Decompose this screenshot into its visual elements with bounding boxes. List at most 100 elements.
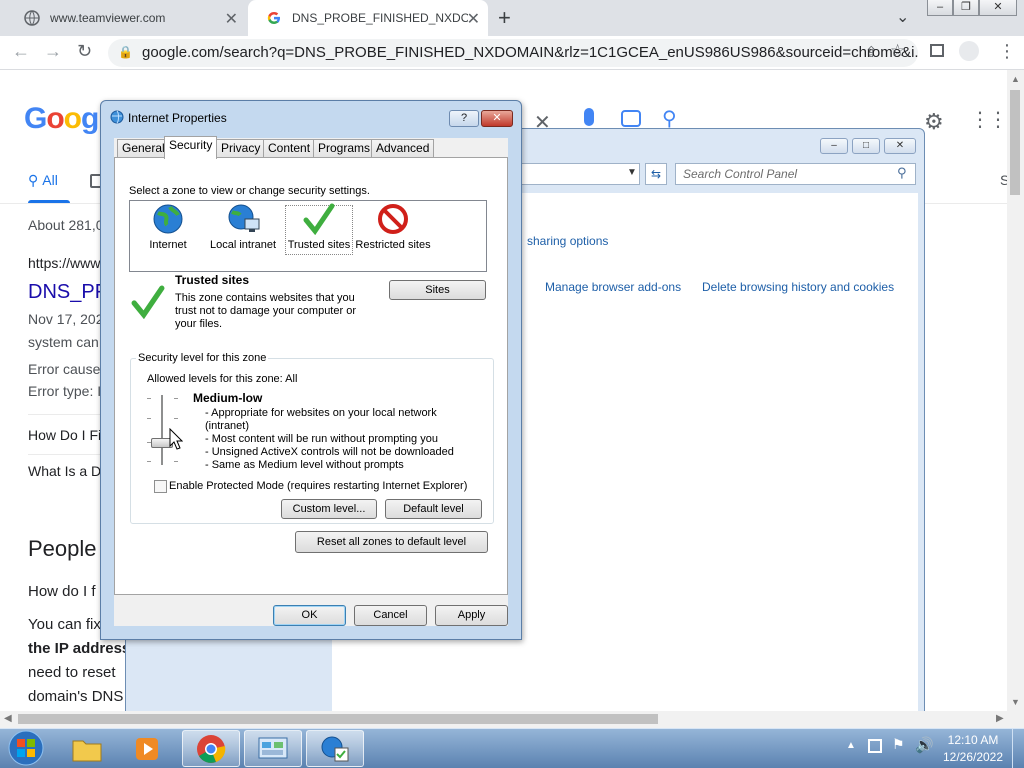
level-description: - Same as Medium level without prompts [205, 459, 404, 471]
internet-options-icon [321, 736, 349, 762]
dialog-title: Internet Properties [128, 111, 227, 125]
selected-zone-title: Trusted sites [175, 273, 250, 287]
custom-level-button[interactable]: Custom level... [281, 499, 377, 519]
zone-trusted-sites[interactable]: Trusted sites [279, 203, 359, 265]
tab-advanced[interactable]: Advanced [371, 139, 435, 158]
default-level-button[interactable]: Default level [385, 499, 482, 519]
paa-answer-line: domain's DNS [28, 688, 124, 705]
zone-internet[interactable]: Internet [128, 203, 208, 265]
profile-avatar-icon[interactable] [959, 41, 979, 61]
zone-label: Local intranet [209, 239, 277, 251]
back-arrow-icon[interactable]: ← [12, 41, 30, 62]
bookmark-star-icon[interactable]: ☆ [890, 41, 905, 61]
sharing-options-link[interactable]: sharing options [527, 234, 608, 248]
taskbar-explorer[interactable] [58, 730, 116, 767]
delete-history-link[interactable]: Delete browsing history and cookies [702, 280, 894, 294]
action-center-flag-icon[interactable]: ⚑ [892, 736, 905, 753]
settings-gear-icon[interactable]: ⚙ [924, 109, 944, 135]
horizontal-scroll-thumb[interactable] [18, 714, 658, 724]
close-window-icon[interactable]: ✕ [979, 0, 1017, 16]
scroll-right-icon[interactable]: ▶ [996, 713, 1004, 724]
maximize-icon[interactable]: □ [852, 138, 880, 154]
protected-mode-label: Enable Protected Mode (requires restarti… [169, 480, 468, 492]
taskbar-chrome[interactable] [182, 730, 240, 767]
share-icon[interactable]: ⇪ [865, 43, 878, 61]
apply-button[interactable]: Apply [435, 605, 508, 626]
show-desktop-button[interactable] [1012, 729, 1024, 768]
close-tab-icon[interactable]: ✕ [467, 9, 480, 29]
dropdown-arrow-icon[interactable]: ▼ [627, 167, 637, 178]
slider-tick [174, 398, 178, 399]
volume-icon[interactable]: 🔊 [915, 736, 934, 754]
close-dialog-icon[interactable]: ✕ [481, 110, 513, 127]
taskbar-control-panel[interactable] [244, 730, 302, 767]
security-level-name: Medium-low [193, 391, 263, 405]
close-window-icon[interactable]: ✕ [884, 138, 916, 154]
address-bar[interactable] [520, 163, 640, 185]
minimize-icon[interactable]: – [927, 0, 953, 16]
cancel-button[interactable]: Cancel [354, 605, 427, 626]
reload-icon[interactable]: ↻ [77, 41, 92, 62]
restore-icon[interactable]: ❐ [953, 0, 979, 16]
reset-all-zones-button[interactable]: Reset all zones to default level [295, 531, 488, 553]
side-panel-icon[interactable] [930, 44, 944, 57]
taskbar-media-player[interactable] [118, 730, 176, 767]
tab-general[interactable]: General [117, 139, 170, 158]
scroll-down-icon[interactable]: ▼ [1011, 697, 1020, 707]
search-tab-all[interactable]: ⚲ All [28, 172, 58, 189]
slider-tick [147, 398, 151, 399]
browser-tab[interactable]: www.teamviewer.com ✕ [6, 0, 246, 36]
scroll-left-icon[interactable]: ◀ [4, 713, 12, 724]
zone-label: Restricted sites [355, 239, 431, 251]
camera-search-icon[interactable] [621, 110, 641, 127]
security-level-group-label: Security level for this zone [136, 352, 269, 364]
search-icon[interactable]: ⚲ [897, 165, 907, 181]
show-hidden-icons-icon[interactable]: ▲ [846, 740, 856, 751]
result-error-type: Error type: I [28, 383, 102, 399]
prohibited-icon [378, 204, 408, 234]
zone-restricted-sites[interactable]: Restricted sites [353, 203, 433, 265]
address-bar[interactable]: google.com/search?q=DNS_PROBE_FINISHED_N… [108, 39, 918, 67]
tab-security[interactable]: Security [164, 136, 218, 159]
result-title-link[interactable]: DNS_PF [28, 281, 107, 304]
network-icon[interactable] [868, 739, 882, 753]
ok-button[interactable]: OK [273, 605, 346, 626]
tab-content[interactable]: Content [263, 139, 316, 158]
result-url[interactable]: https://www [28, 255, 100, 271]
clock-date[interactable]: 12/26/2022 [942, 750, 1004, 764]
internet-options-icon [110, 110, 124, 124]
faq-item[interactable]: What Is a D [28, 463, 101, 479]
tab-search-chevron-icon[interactable]: ⌄ [896, 7, 909, 27]
media-player-icon [136, 738, 158, 760]
tab-programs[interactable]: Programs [313, 139, 376, 158]
new-tab-icon[interactable]: + [498, 5, 511, 31]
forward-arrow-icon[interactable]: → [44, 41, 62, 62]
minimize-icon[interactable]: – [820, 138, 848, 154]
protected-mode-checkbox[interactable] [154, 480, 167, 493]
menu-kebab-icon[interactable]: ⋮ [998, 41, 1016, 62]
paa-question[interactable]: How do I f [28, 583, 96, 600]
result-error-cause: Error cause [28, 361, 101, 377]
clock-time[interactable]: 12:10 AM [942, 733, 1004, 747]
close-tab-icon[interactable]: ✕ [225, 9, 238, 29]
manage-addons-link[interactable]: Manage browser add-ons [545, 280, 681, 294]
lock-icon[interactable]: 🔒 [118, 45, 133, 59]
taskbar-internet-options[interactable] [306, 730, 364, 767]
zone-local-intranet[interactable]: Local intranet [203, 203, 283, 265]
sites-button[interactable]: Sites [389, 280, 486, 300]
refresh-icon[interactable]: ⇆ [645, 163, 667, 185]
security-level-slider-track[interactable] [161, 395, 163, 465]
help-icon[interactable]: ? [449, 110, 479, 127]
slider-tick [147, 461, 151, 462]
google-logo[interactable]: Goog [24, 102, 99, 136]
control-panel-search-input[interactable]: Search Control Panel [675, 163, 916, 185]
faq-item[interactable]: How Do I Fi [28, 427, 101, 443]
zone-label: Trusted sites [287, 239, 351, 251]
voice-search-icon[interactable] [584, 108, 594, 126]
tab-privacy[interactable]: Privacy [216, 139, 266, 158]
vertical-scroll-thumb[interactable] [1010, 90, 1020, 195]
browser-tab-active[interactable]: DNS_PROBE_FINISHED_NXDOMAIN ✕ [248, 0, 488, 36]
start-button-icon[interactable] [4, 729, 48, 767]
scroll-up-icon[interactable]: ▲ [1011, 74, 1020, 84]
zone-description: your files. [175, 318, 223, 330]
